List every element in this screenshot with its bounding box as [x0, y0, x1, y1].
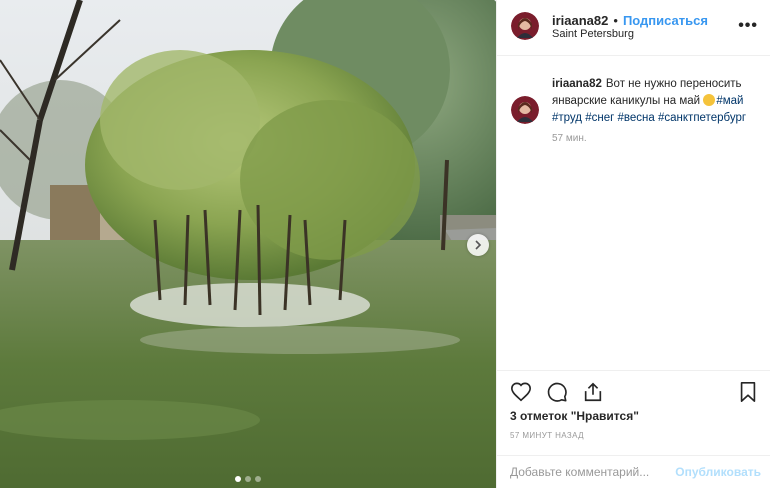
- grimacing-face-emoji-icon: [703, 94, 716, 106]
- hashtag-link[interactable]: #снег: [585, 112, 614, 124]
- hashtag-link[interactable]: #труд: [552, 112, 582, 124]
- share-icon[interactable]: [582, 381, 604, 403]
- post-photo[interactable]: [0, 0, 496, 488]
- hashtag-link[interactable]: #санктпетербург: [658, 112, 746, 124]
- action-icons: [510, 381, 604, 403]
- bookmark-icon[interactable]: [737, 381, 759, 403]
- avatar[interactable]: [511, 96, 539, 124]
- post-actions: 3 отметок "Нравится" 57 МИНУТ НАЗАД Опуб…: [497, 370, 770, 488]
- more-icon[interactable]: •••: [738, 18, 758, 34]
- username-link[interactable]: iriaana82: [552, 13, 608, 28]
- carousel-dot-active: [235, 476, 241, 482]
- likes-count[interactable]: 3 отметок "Нравится": [510, 409, 639, 423]
- comment-icon[interactable]: [546, 381, 568, 403]
- post-header: iriaana82 • Подписаться Saint Petersburg…: [497, 0, 770, 56]
- park-photo: [0, 0, 496, 488]
- avatar[interactable]: [511, 12, 539, 40]
- separator: •: [613, 13, 618, 28]
- carousel-indicator: [0, 476, 496, 482]
- hashtag-link[interactable]: #весна: [618, 112, 655, 124]
- caption-text: iriaana82 Вот не нужно переносить январск…: [552, 76, 762, 127]
- post-side-panel: iriaana82 • Подписаться Saint Petersburg…: [496, 0, 770, 488]
- caption-time: 57 мин.: [552, 133, 587, 144]
- next-arrow-icon: [475, 240, 482, 250]
- heart-icon[interactable]: [510, 381, 532, 403]
- carousel-dot: [245, 476, 251, 482]
- follow-button[interactable]: Подписаться: [623, 13, 708, 28]
- header-user-line: iriaana82 • Подписаться: [552, 13, 708, 28]
- comment-input[interactable]: [510, 465, 680, 479]
- post-timestamp: 57 МИНУТ НАЗАД: [510, 431, 584, 440]
- publish-button[interactable]: Опубликовать: [675, 465, 761, 479]
- caption-username[interactable]: iriaana82: [552, 78, 602, 90]
- location-link[interactable]: Saint Petersburg: [552, 28, 634, 40]
- carousel-dot: [255, 476, 261, 482]
- next-slide-button[interactable]: [467, 234, 489, 256]
- hashtag-link[interactable]: #май: [716, 95, 743, 107]
- add-comment-row: Опубликовать: [497, 455, 770, 488]
